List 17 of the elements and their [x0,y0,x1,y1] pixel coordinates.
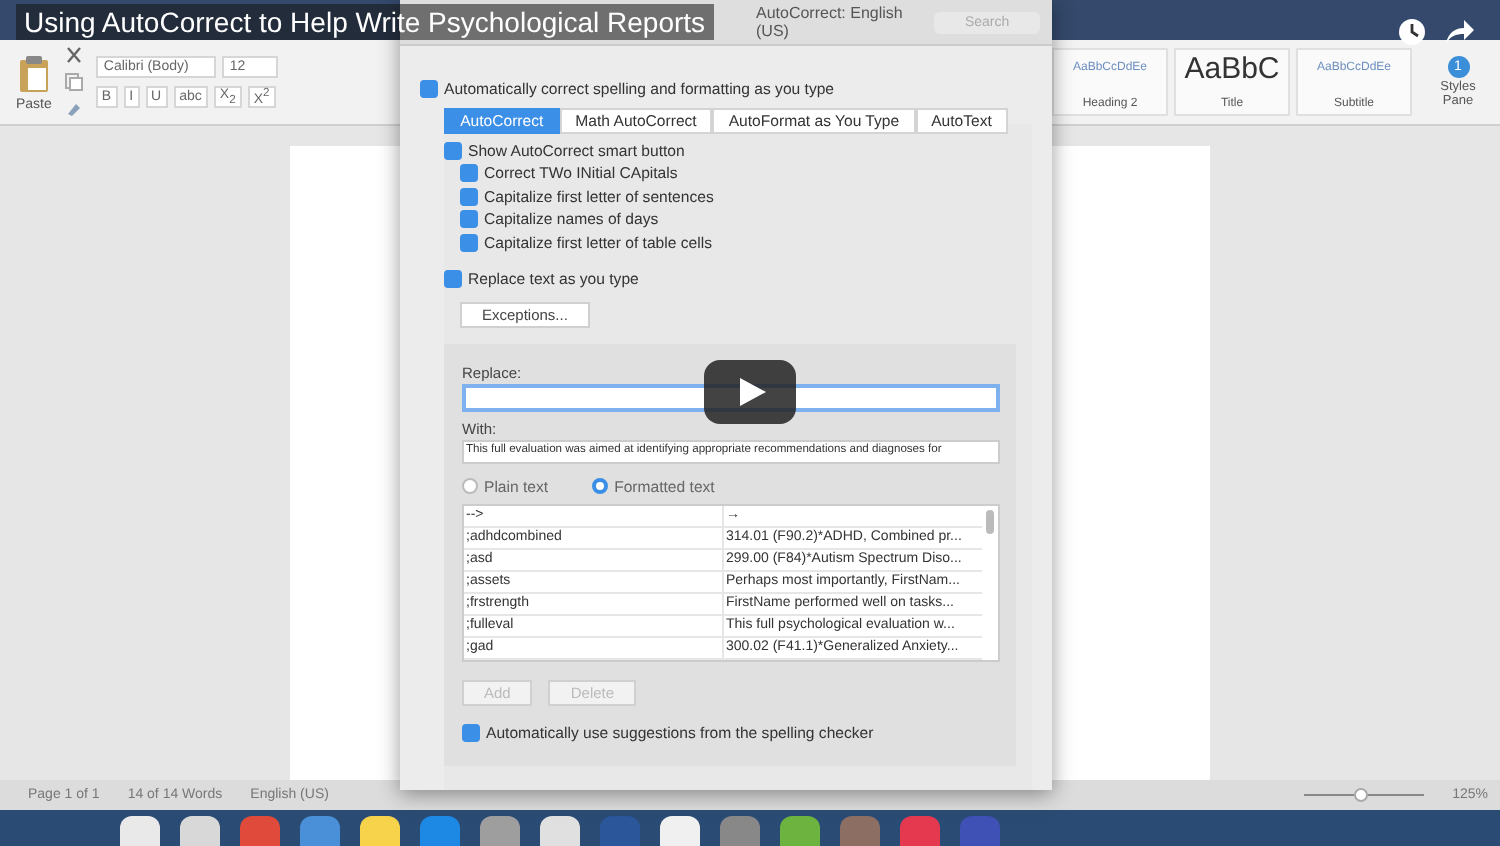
copy-icon[interactable] [63,72,84,92]
scissors-icon[interactable] [63,46,84,66]
app-icon[interactable] [360,816,400,846]
app-icon[interactable] [120,816,160,846]
app-icon[interactable] [540,816,580,846]
brush-icon[interactable] [63,98,84,118]
app-icon[interactable] [660,816,700,846]
share-icon[interactable] [1444,18,1476,46]
scrollbar[interactable] [986,509,994,533]
video-title[interactable]: Using AutoCorrect to Help Write Psychological Reports [16,4,714,40]
app-icon[interactable] [480,816,520,846]
app-icon[interactable] [780,816,820,846]
play-button[interactable] [704,360,796,424]
app-icon[interactable] [180,816,220,846]
clipboard-icon[interactable] [17,53,50,93]
dialog-title: AutoCorrect: English (US) [756,4,905,40]
clock-icon[interactable] [1398,18,1426,46]
